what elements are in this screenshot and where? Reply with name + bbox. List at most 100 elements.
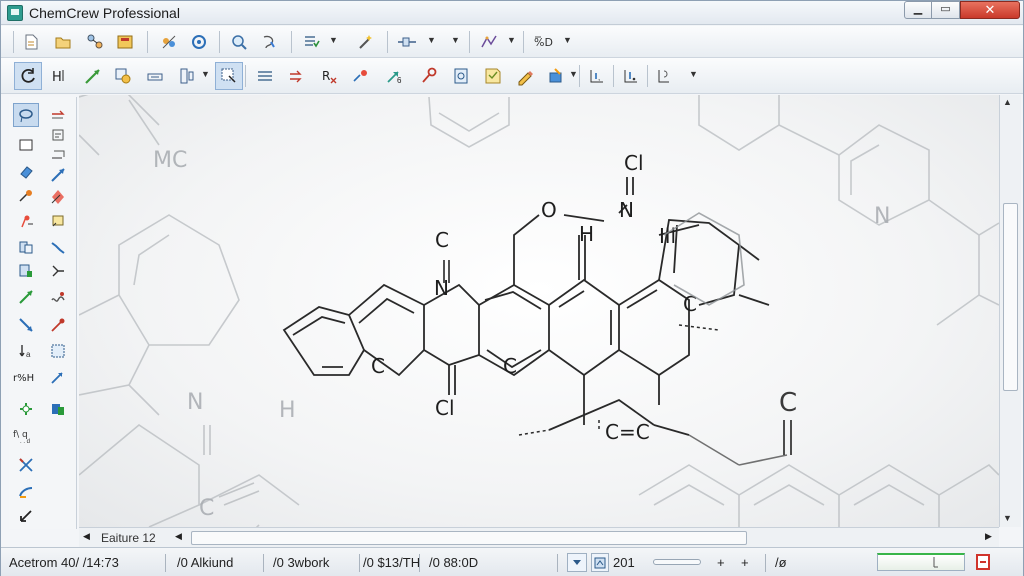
label-icon[interactable]: ,: [583, 62, 611, 90]
chain-tool-icon[interactable]: [13, 235, 39, 259]
chiral-icon[interactable]: [45, 313, 71, 337]
chevron-down-icon[interactable]: ▼: [507, 35, 516, 45]
reaction-cycle-icon[interactable]: [187, 30, 211, 54]
open-folder-icon[interactable]: [51, 30, 75, 54]
template-icon[interactable]: [45, 397, 71, 421]
cross-icon[interactable]: [13, 453, 39, 477]
plus-charge-icon[interactable]: r%H: [11, 365, 41, 389]
peak-icon[interactable]: [651, 62, 679, 90]
chevron-down-icon[interactable]: ▼: [563, 35, 572, 45]
chevron-down-icon[interactable]: ▼: [329, 35, 338, 45]
chevron-down-icon[interactable]: ▼: [451, 35, 460, 45]
pen-tool-icon[interactable]: [13, 481, 39, 505]
orbital-tool-icon[interactable]: [13, 397, 39, 421]
status-mode: /ø: [775, 555, 787, 570]
toolbar-divider: [579, 65, 580, 87]
page-number: 201: [613, 555, 635, 570]
arrow-line-icon[interactable]: [45, 259, 71, 283]
bracket-icon[interactable]: [13, 209, 39, 233]
horizontal-scroll-thumb[interactable]: [191, 531, 747, 545]
drawing-canvas[interactable]: MC N H C N Cl O H N Ill C N C C C Cl C=C…: [79, 95, 999, 527]
bond-align-icon[interactable]: [395, 30, 419, 54]
charge-icon[interactable]: R: [315, 62, 343, 90]
zoom-icon[interactable]: [227, 30, 251, 54]
svg-text:H: H: [52, 70, 62, 85]
new-document-icon[interactable]: [19, 30, 43, 54]
atom-list-icon[interactable]: f\ q. . d: [11, 423, 41, 447]
tool-palette: a r%H f\ q. . d: [9, 97, 77, 529]
toolbar-divider: [147, 31, 148, 53]
vertical-scroll-thumb[interactable]: [1003, 203, 1018, 391]
equal-bonds-icon[interactable]: [251, 62, 279, 90]
chevron-down-icon[interactable]: ▼: [689, 69, 698, 79]
chevron-down-icon[interactable]: ▼: [569, 69, 578, 79]
scroll-left-icon[interactable]: ◀: [83, 531, 90, 542]
lasso-icon[interactable]: [13, 103, 39, 127]
svg-text:. . d: . . d: [20, 439, 30, 444]
toolbar-divider: [469, 31, 470, 53]
molecule-template-icon[interactable]: [83, 30, 107, 54]
group-icon[interactable]: [45, 339, 71, 363]
chevron-down-icon[interactable]: ▼: [427, 35, 436, 45]
reaction-arrow-icon[interactable]: 6: [381, 62, 409, 90]
key-icon[interactable]: [415, 62, 443, 90]
save-icon[interactable]: [113, 30, 137, 54]
page-dropdown-button[interactable]: [567, 553, 587, 572]
atom-label: Ill: [659, 224, 676, 248]
minus-charge-icon[interactable]: [45, 365, 71, 389]
scroll-right-icon[interactable]: ▶: [985, 531, 992, 542]
atom-link-icon[interactable]: [157, 30, 181, 54]
diamond-icon[interactable]: [45, 185, 71, 209]
scroll-down-icon[interactable]: ▼: [1003, 513, 1012, 523]
name-to-structure-icon[interactable]: %D: [531, 30, 561, 54]
scroll-left-icon[interactable]: ◀: [175, 531, 182, 542]
zoom-slider[interactable]: [653, 559, 701, 565]
document-icon[interactable]: [447, 62, 475, 90]
dash-bond-icon[interactable]: [13, 285, 39, 309]
main-toolbar: ▼ ▼ ▼ ▼ %D ▼: [1, 26, 1023, 58]
chevron-down-icon[interactable]: ▼: [201, 69, 210, 79]
orbital-icon[interactable]: [543, 62, 571, 90]
atom-map-icon[interactable]: [13, 185, 39, 209]
functional-group-icon[interactable]: [347, 62, 375, 90]
spectrum-icon[interactable]: [617, 62, 645, 90]
cursor-arrow-icon[interactable]: [13, 503, 39, 527]
vertical-scrollbar[interactable]: ▲ ▼: [999, 95, 1021, 527]
template-grid-icon[interactable]: [173, 62, 201, 90]
structure-check-icon[interactable]: [299, 30, 323, 54]
close-button[interactable]: ✕: [960, 1, 1020, 19]
chain-icon[interactable]: [141, 62, 169, 90]
lasso-select-icon[interactable]: [257, 30, 281, 54]
arrow-icon[interactable]: [283, 62, 311, 90]
eraser-icon[interactable]: [13, 159, 39, 183]
minimize-button[interactable]: ▁: [904, 1, 932, 19]
scroll-up-icon[interactable]: ▲: [1003, 97, 1012, 107]
ring-template-icon[interactable]: [477, 30, 501, 54]
maximize-button[interactable]: ▭: [932, 1, 960, 19]
status-bar: Acetrom 40/ /14:73 /0 Alkiund /0 3wbork …: [1, 547, 1023, 576]
alert-icon[interactable]: [976, 554, 990, 570]
atom-search-icon[interactable]: [109, 62, 137, 90]
pencil-icon[interactable]: [511, 62, 539, 90]
h-bond-icon[interactable]: [13, 313, 39, 337]
wavy-bond-icon[interactable]: [45, 285, 71, 309]
zoom-in-button[interactable]: +: [717, 555, 725, 570]
selection-move-icon[interactable]: [215, 62, 243, 90]
bond-draw-icon[interactable]: [79, 62, 107, 90]
status-divider: [419, 554, 420, 572]
magic-clean-icon[interactable]: [353, 30, 377, 54]
note-icon[interactable]: [479, 62, 507, 90]
rectangle-select-icon[interactable]: [13, 133, 39, 157]
window-title: ChemCrew Professional: [29, 5, 180, 21]
wedge-bond-icon[interactable]: [13, 259, 39, 283]
status-item: /0 3wbork: [273, 555, 330, 570]
rotate-icon[interactable]: [14, 62, 42, 90]
horizontal-scrollbar[interactable]: ◀ Eaiture 12 ◀ ▶: [79, 527, 999, 547]
zoom-out-button[interactable]: +: [741, 555, 749, 570]
page-icon[interactable]: [591, 553, 609, 572]
ring-icon[interactable]: [45, 235, 71, 259]
stereo-icon[interactable]: [45, 209, 71, 233]
hydrogen-icon[interactable]: H: [45, 62, 73, 90]
fragment-icon[interactable]: a: [13, 339, 39, 363]
arrow-up-icon[interactable]: [45, 163, 71, 187]
